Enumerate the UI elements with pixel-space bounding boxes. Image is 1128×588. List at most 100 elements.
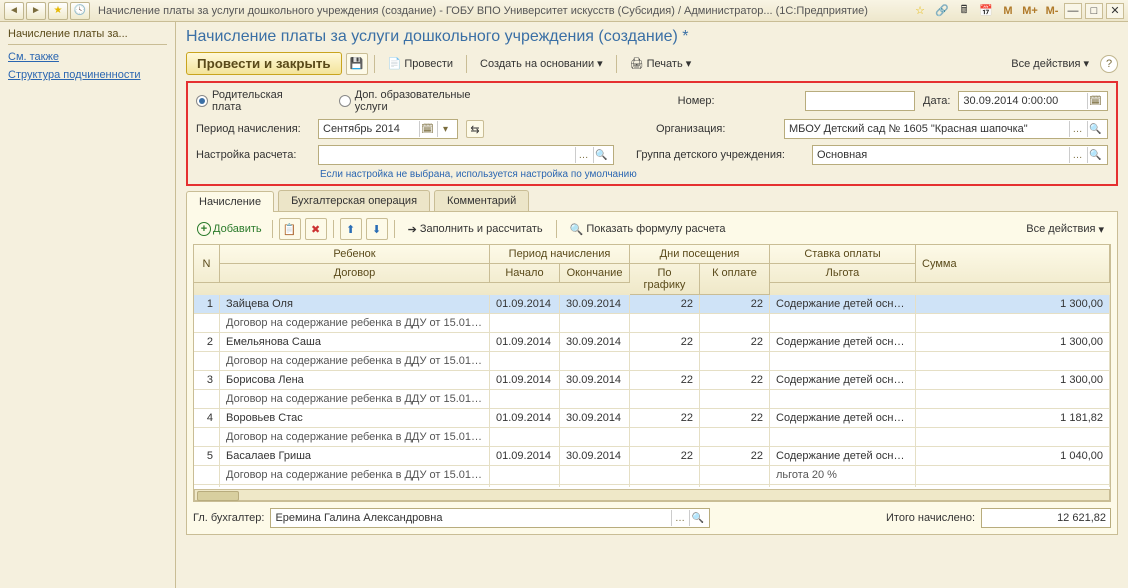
printer-icon: 🖨 [630,57,644,70]
search-icon[interactable]: 🔍 [1087,147,1103,163]
side-link-structure[interactable]: Структура подчиненности [8,69,167,81]
move-up-icon[interactable]: ⬆ [340,218,362,240]
table-row[interactable]: 2Емельянова Саша01.09.201430.09.20142222… [194,333,1110,352]
forward-button[interactable]: ► [26,2,46,20]
table-row-sub[interactable]: Договор на содержание ребенка в ДДУ от 1… [194,466,1110,485]
col-group-period: Период начисления [490,245,630,264]
group-input[interactable]: Основная…🔍 [812,145,1108,165]
ellipsis-icon[interactable]: … [1069,147,1085,163]
calendar-icon[interactable]: 📅 [977,3,995,19]
table-row[interactable]: 4Воровьев Стас01.09.201430.09.20142222Со… [194,409,1110,428]
link-icon[interactable]: 🔗 [933,3,951,19]
page-title: Начисление платы за услуги дошкольного у… [186,28,1118,46]
history-icon[interactable]: 🕓 [70,2,90,20]
table-row-sub[interactable]: Договор на содержание ребенка в ДДУ от 1… [194,428,1110,447]
ellipsis-icon[interactable]: … [1069,121,1085,137]
title-bar: ◄ ► ★ 🕓 Начисление платы за услуги дошко… [0,0,1128,22]
calendar-picker-icon[interactable]: 🗓 [419,121,435,137]
delete-icon[interactable]: ✖ [305,218,327,240]
table-row-sub[interactable]: Договор на содержание ребенка в ДДУ от 1… [194,314,1110,333]
col-group-days: Дни посещения [630,245,770,264]
tab-accounting[interactable]: Бухгалтерская операция [278,190,430,211]
add-button[interactable]: +Добавить [193,220,266,238]
maximize-button[interactable]: □ [1085,3,1103,19]
ellipsis-icon[interactable]: … [671,510,687,526]
command-bar: Провести и закрыть 💾 📄Провести Создать н… [186,52,1118,75]
col-n[interactable]: N [194,245,220,283]
col-child[interactable]: Ребенок [220,245,490,264]
col-start[interactable]: Начало [490,264,560,283]
accountant-input[interactable]: Еремина Галина Александровна…🔍 [270,508,710,528]
total-label: Итого начислено: [886,512,975,524]
table-row[interactable]: 6Петечкин Вася01.09.201430.09.20142222Со… [194,485,1110,487]
table-row-sub[interactable]: Договор на содержание ребенка в ДДУ от 1… [194,352,1110,371]
copy-icon[interactable]: 📋 [279,218,301,240]
period-input[interactable]: Сентябрь 2014🗓▾ [318,119,458,139]
col-contract[interactable]: Договор [220,264,490,283]
grid-toolbar: +Добавить 📋 ✖ ⬆ ⬇ ➔Заполнить и рассчитат… [193,218,1111,240]
col-benefit[interactable]: Льгота [770,264,916,283]
col-end[interactable]: Окончание [560,264,630,283]
m-plus-button[interactable]: M+ [1021,3,1039,19]
search-icon[interactable]: 🔍 [593,147,609,163]
back-button[interactable]: ◄ [4,2,24,20]
table-row-sub[interactable]: Договор на содержание ребенка в ДДУ от 1… [194,390,1110,409]
show-formula-button[interactable]: 🔍Показать формулу расчета [563,219,733,240]
calendar-picker-icon[interactable]: 🗓 [1087,93,1103,109]
search-icon: 🔍 [570,223,584,236]
chevron-down-icon: ▾ [597,57,603,70]
col-sched[interactable]: По графику [630,264,700,295]
org-label: Организация: [656,123,776,135]
search-icon[interactable]: 🔍 [1087,121,1103,137]
horizontal-scrollbar[interactable] [194,489,1110,501]
fill-button[interactable]: ➔Заполнить и рассчитать [401,219,550,240]
star-icon[interactable]: ☆ [911,3,929,19]
setting-input[interactable]: …🔍 [318,145,614,165]
table-row[interactable]: 1Зайцева Оля01.09.201430.09.20142222Соде… [194,295,1110,314]
arrow-right-icon: ➔ [408,223,417,236]
org-input[interactable]: МБОУ Детский сад № 1605 "Красная шапочка… [784,119,1108,139]
chevron-down-icon[interactable]: ▾ [437,121,453,137]
grid-all-actions-button[interactable]: Все действия▾ [1019,219,1111,240]
radio-extra-services[interactable]: Доп. образовательные услуги [339,89,506,113]
tab-accrual[interactable]: Начисление [186,191,274,212]
group-label: Группа детского учреждения: [636,149,804,161]
search-icon[interactable]: 🔍 [689,510,705,526]
chevron-down-icon: ▾ [1083,57,1089,70]
post-and-close-button[interactable]: Провести и закрыть [186,52,342,75]
post-button[interactable]: 📄Провести [381,53,460,74]
all-actions-button[interactable]: Все действия▾ [1004,53,1096,74]
m-button[interactable]: M [999,3,1017,19]
table-row[interactable]: 5Басалаев Гриша01.09.201430.09.20142222С… [194,447,1110,466]
setting-label: Настройка расчета: [196,149,310,161]
date-input[interactable]: 30.09.2014 0:00:00🗓 [958,91,1108,111]
side-pane: Начисление платы за... См. также Структу… [0,22,176,588]
calc-icon[interactable]: 🖩 [955,3,973,19]
number-input[interactable] [805,91,915,111]
col-rate[interactable]: Ставка оплаты [770,245,916,264]
print-button[interactable]: 🖨Печать▾ [623,53,699,74]
col-sum[interactable]: Сумма [916,245,1110,283]
tab-comment[interactable]: Комментарий [434,190,529,211]
close-button[interactable]: ✕ [1106,3,1124,19]
period-step-button[interactable]: ⇆ [466,120,484,138]
side-link-see-also[interactable]: См. также [8,51,167,63]
radio-parent-fee[interactable]: Родительская плата [196,89,315,113]
favorite-icon[interactable]: ★ [48,2,68,20]
plus-icon: + [197,222,211,236]
help-icon[interactable]: ? [1100,55,1118,73]
move-down-icon[interactable]: ⬇ [366,218,388,240]
post-icon: 📄 [388,57,402,70]
accrual-panel: +Добавить 📋 ✖ ⬆ ⬇ ➔Заполнить и рассчитат… [186,212,1118,535]
header-form: Родительская плата Доп. образовательные … [186,81,1118,186]
ellipsis-icon[interactable]: … [575,147,591,163]
save-icon[interactable]: 💾 [346,53,368,75]
create-on-basis-button[interactable]: Создать на основании▾ [473,53,610,74]
chevron-down-icon: ▾ [1098,223,1104,236]
m-minus-button[interactable]: M- [1043,3,1061,19]
tab-strip: Начисление Бухгалтерская операция Коммен… [186,190,1118,212]
accrual-grid: N Ребенок Договор Период начисления Нача… [193,244,1111,502]
table-row[interactable]: 3Борисова Лена01.09.201430.09.20142222Со… [194,371,1110,390]
col-pay[interactable]: К оплате [700,264,770,295]
minimize-button[interactable]: — [1064,3,1082,19]
